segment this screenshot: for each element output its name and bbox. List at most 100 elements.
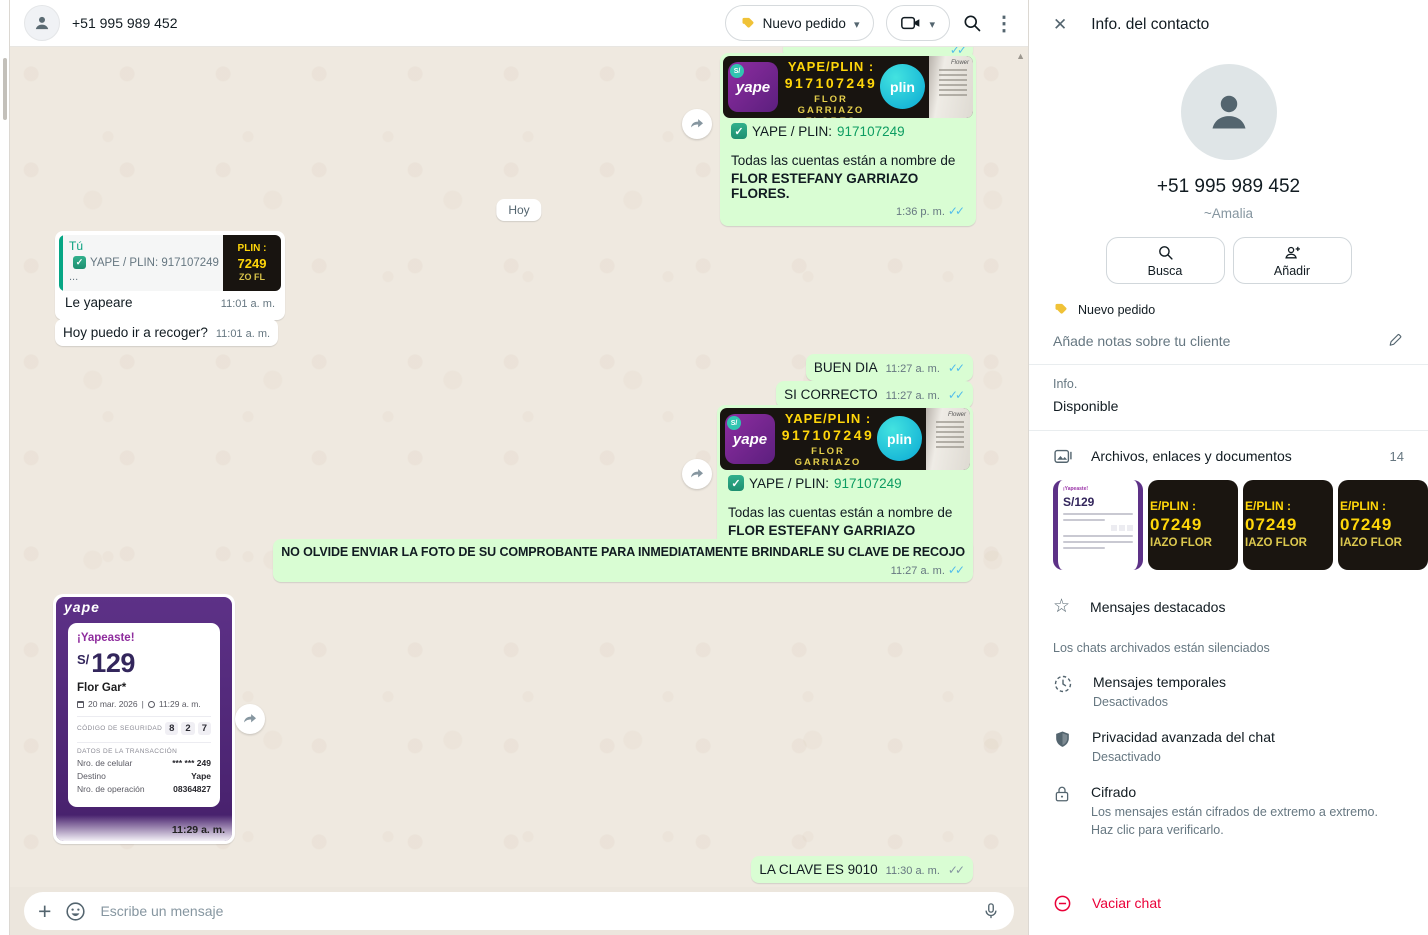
contact-avatar-large[interactable]	[1181, 64, 1277, 160]
customer-notes-row[interactable]: Añade notas sobre tu cliente	[1053, 333, 1404, 349]
media-thumbnail-plin[interactable]: E/PLIN : 07249 IAZO FLOR	[1338, 480, 1428, 570]
clear-chat-label: Vaciar chat	[1092, 895, 1161, 911]
sticker-smiley-icon	[65, 901, 86, 922]
contact-avatar[interactable]	[24, 5, 60, 41]
order-label-text: Nuevo pedido	[763, 16, 846, 31]
minus-circle-icon	[1053, 894, 1072, 913]
plin-logo: plin	[877, 416, 922, 461]
banner-text: YAPE/PLIN : 917107249 FLOR GARRIAZO FLOR…	[781, 59, 881, 118]
encryption-title: Cifrado	[1091, 784, 1391, 800]
archived-muted-note: Los chats archivados están silenciados	[1029, 621, 1428, 661]
receipt-amount: 129	[91, 648, 135, 679]
message-text: BUEN DIA	[814, 360, 878, 375]
message-time: 1:36 p. m.	[896, 206, 945, 218]
yape-plin-banner-image[interactable]: S/yape YAPE/PLIN : 917107249 FLOR GARRIA…	[720, 408, 970, 470]
starred-messages-row[interactable]: Mensajes destacados	[1029, 584, 1428, 621]
yape-plin-banner-image[interactable]: S/yape YAPE/PLIN : 917107249 FLOR GARRIA…	[723, 56, 973, 118]
block-contact-row[interactable]: Bloquear a +51 995 989 452	[1029, 928, 1428, 935]
search-chat-button[interactable]: Busca	[1106, 237, 1225, 284]
scrollbar-up-arrow[interactable]	[1016, 51, 1025, 61]
attach-button[interactable]	[38, 900, 51, 923]
chatlist-scrollbar[interactable]	[3, 58, 7, 120]
composer-pill	[24, 892, 1014, 930]
media-thumbnail-receipt[interactable]: ¡Yapeaste! S/129	[1053, 480, 1143, 570]
yape-brand-logo: yape	[64, 599, 100, 615]
encryption-row[interactable]: Cifrado Los mensajes están cifrados de e…	[1029, 771, 1428, 844]
yape-logo: S/yape	[725, 414, 775, 464]
menu-button[interactable]	[994, 11, 1014, 36]
forward-arrow-icon	[688, 115, 706, 133]
message-time: 11:01 a. m.	[221, 298, 275, 310]
caption-number: 917107249	[834, 476, 902, 491]
about-value: Disponible	[1053, 398, 1404, 414]
forward-message-button[interactable]	[682, 459, 712, 489]
quoted-reply-message[interactable]: Tú YAPE / PLIN: 917107249 ... PLIN : 724…	[55, 231, 285, 320]
person-add-icon	[1283, 244, 1302, 261]
outgoing-message[interactable]: BUEN DIA 11:27 a. m.	[806, 354, 973, 381]
disappearing-messages-row[interactable]: Mensajes temporales Desactivados	[1029, 661, 1428, 716]
caption-prefix: YAPE / PLIN:	[752, 124, 832, 139]
video-call-button[interactable]	[886, 5, 950, 41]
caption-prefix: YAPE / PLIN:	[749, 476, 829, 491]
quote-author: Tú	[69, 239, 217, 253]
chat-column: +51 995 989 452 Nuevo pedido	[10, 0, 1028, 935]
outgoing-message[interactable]: NO OLVIDE ENVIAR LA FOTO DE SU COMPROBAN…	[273, 539, 973, 582]
yape-receipt-image[interactable]: yape ¡Yapeaste! S/ 129 Flor Gar* 20 mar.…	[56, 597, 232, 841]
yape-plin-image-message[interactable]: S/yape YAPE/PLIN : 917107249 FLOR GARRIA…	[720, 53, 976, 226]
clear-chat-row[interactable]: Vaciar chat	[1029, 879, 1428, 928]
notes-placeholder: Añade notas sobre tu cliente	[1053, 333, 1230, 349]
composer-bar	[10, 887, 1028, 935]
banner-text: YAPE/PLIN : 917107249 FLOR GARRIAZO FLOR…	[778, 411, 878, 470]
about-label: Info.	[1053, 377, 1404, 391]
add-contact-button[interactable]: Añadir	[1233, 237, 1352, 284]
quote-ellipsis: ...	[69, 271, 217, 283]
disappearing-title: Mensajes temporales	[1093, 674, 1226, 690]
media-label: Archivos, enlaces y documentos	[1091, 448, 1292, 464]
advanced-privacy-row[interactable]: Privacidad avanzada del chat Desactivado	[1029, 716, 1428, 771]
message-text: LA CLAVE ES 9010	[759, 862, 877, 877]
search-button[interactable]	[962, 13, 982, 33]
whatsapp-app: +51 995 989 452 Nuevo pedido	[0, 0, 1428, 935]
outgoing-message[interactable]: LA CLAVE ES 9010 11:30 a. m.	[751, 856, 973, 883]
check-emoji-icon	[731, 123, 747, 139]
forward-message-button[interactable]	[682, 109, 712, 139]
add-contact-label: Añadir	[1274, 264, 1310, 278]
receipt-date: 20 mar. 2026	[88, 699, 138, 709]
receipt-title: ¡Yapeaste!	[77, 632, 211, 644]
incoming-message[interactable]: Hoy puedo ir a recoger? 11:01 a. m.	[55, 319, 278, 346]
message-list[interactable]: S/yape YAPE/PLIN : 917107249 FLOR GARRIA…	[10, 47, 1028, 887]
label-tag-icon	[740, 16, 755, 31]
sticker-button[interactable]	[65, 901, 86, 922]
chat-header-actions: Nuevo pedido	[725, 5, 1014, 41]
advanced-privacy-status: Desactivado	[1092, 748, 1275, 766]
check-emoji-icon	[73, 256, 86, 269]
quote-thumbnail: PLIN : 7249 ZO FL	[223, 235, 281, 291]
media-thumbnail-plin[interactable]: E/PLIN : 07249 IAZO FLOR	[1243, 480, 1333, 570]
yape-receipt-image-message[interactable]: yape ¡Yapeaste! S/ 129 Flor Gar* 20 mar.…	[53, 594, 235, 844]
chat-contact-name[interactable]: +51 995 989 452	[72, 15, 178, 31]
receipt-paper-fragment: Flower	[926, 408, 970, 470]
message-text: NO OLVIDE ENVIAR LA FOTO DE SU COMPROBAN…	[281, 545, 965, 559]
close-icon[interactable]	[1053, 15, 1067, 35]
outgoing-message[interactable]: SI CORRECTO 11:27 a. m.	[776, 381, 973, 408]
panel-header: Info. del contacto	[1029, 0, 1428, 50]
order-label-button[interactable]: Nuevo pedido	[725, 5, 875, 41]
label-row[interactable]: Nuevo pedido	[1053, 302, 1428, 317]
yape-logo: S/yape	[728, 62, 778, 112]
caption-line2: Todas las cuentas están a nombre de	[731, 153, 965, 168]
delivered-ticks-icon	[948, 863, 965, 877]
message-time: 11:27 a. m.	[886, 363, 940, 375]
forward-message-button[interactable]	[235, 704, 265, 734]
media-thumbnail-plin[interactable]: E/PLIN : 07249 IAZO FLOR	[1148, 480, 1238, 570]
message-input[interactable]	[100, 903, 968, 919]
media-links-docs-row[interactable]: Archivos, enlaces y documentos 14	[1029, 431, 1428, 478]
security-code-label: CÓDIGO DE SEGURIDAD	[77, 725, 162, 732]
voice-message-button[interactable]	[982, 902, 1000, 920]
pencil-icon[interactable]	[1388, 333, 1404, 349]
caption-number: 917107249	[837, 124, 905, 139]
quoted-message-preview[interactable]: Tú YAPE / PLIN: 917107249 ... PLIN : 724…	[59, 235, 281, 291]
chevron-down-icon	[854, 16, 860, 31]
star-icon	[1053, 597, 1070, 616]
caption-line2: Todas las cuentas están a nombre de	[728, 505, 962, 520]
media-count: 14	[1390, 449, 1404, 464]
